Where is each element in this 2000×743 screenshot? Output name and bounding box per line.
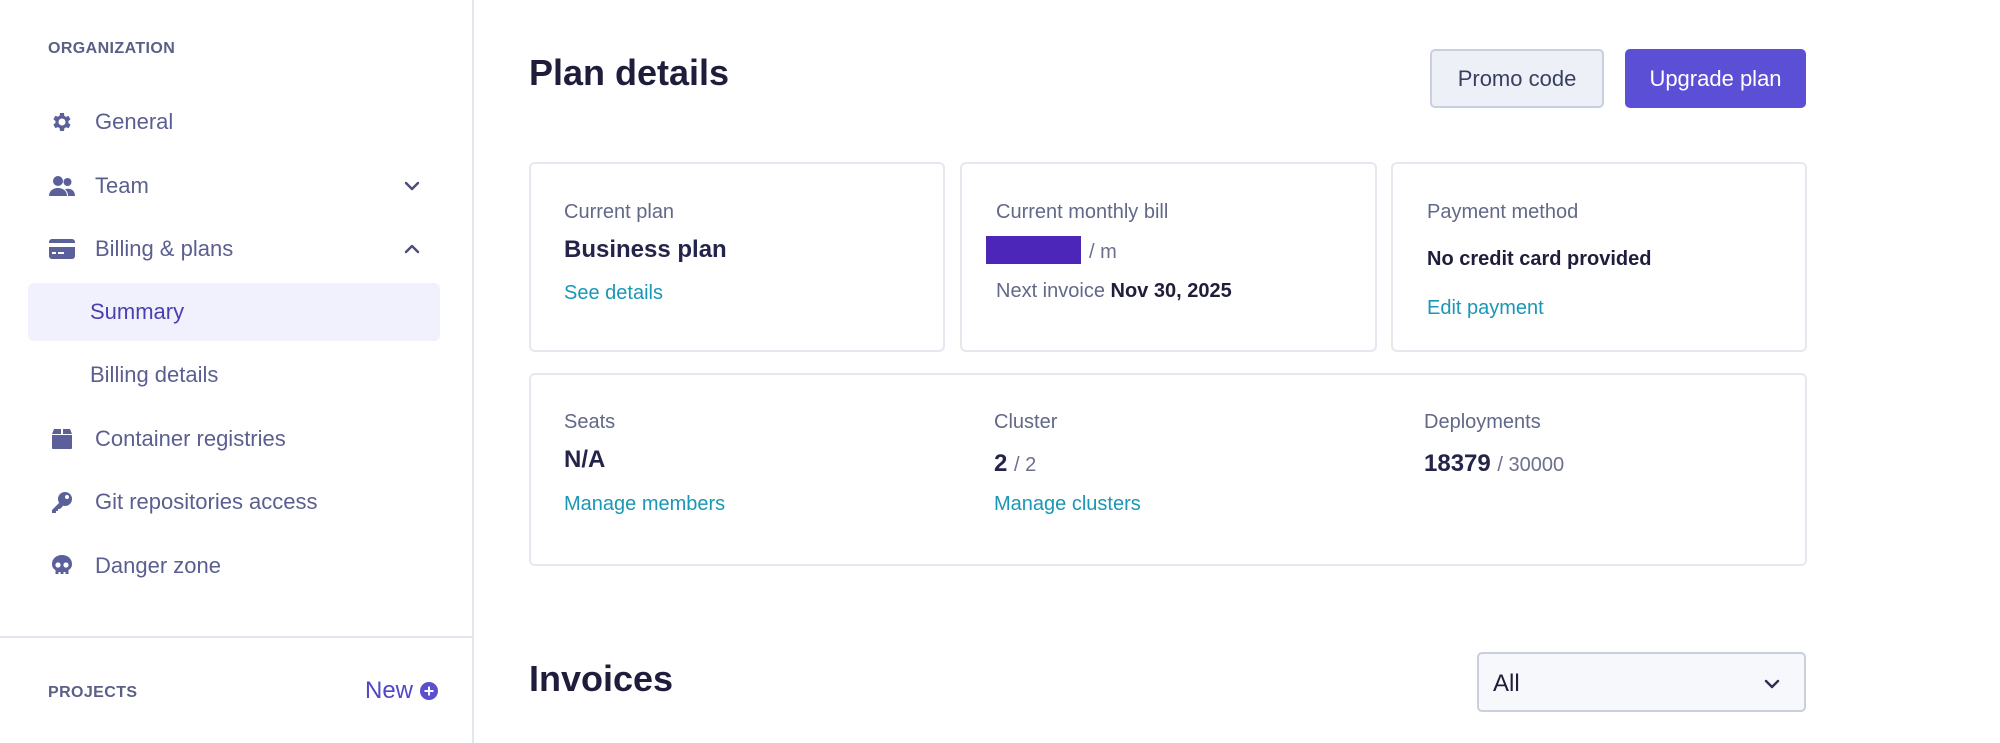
sidebar-item-summary[interactable]: Summary (28, 283, 440, 341)
usage-card: Seats N/A Manage members Cluster 2 / 2 M… (529, 373, 1807, 566)
cluster-label: Cluster (994, 411, 1058, 433)
edit-payment-link[interactable]: Edit payment (1427, 297, 1544, 320)
manage-clusters-link[interactable]: Manage clusters (994, 493, 1141, 516)
cluster-usage: 2 / 2 (994, 450, 1036, 478)
sidebar-item-billing-details[interactable]: Billing details (28, 346, 440, 404)
key-icon (48, 488, 76, 516)
deployments-used: 18379 (1424, 450, 1491, 477)
sidebar-item-label: Team (95, 173, 149, 198)
sidebar-item-git-repositories-access[interactable]: Git repositories access (28, 473, 440, 531)
box-icon (48, 425, 76, 453)
promo-code-button[interactable]: Promo code (1430, 49, 1604, 108)
chevron-down-icon[interactable] (400, 174, 424, 198)
chevron-down-icon (1764, 679, 1780, 689)
current-plan-label: Current plan (564, 201, 675, 223)
credit-card-icon (48, 235, 76, 263)
current-plan-card: Current plan Business plan See details (529, 162, 945, 352)
page-title: Plan details (529, 52, 730, 93)
sidebar-item-label: Container registries (95, 426, 286, 451)
users-icon (48, 172, 76, 200)
new-project-button[interactable]: New (365, 677, 438, 705)
payment-method-label: Payment method (1427, 201, 1579, 223)
sidebar: ORGANIZATION General Team Billing & plan… (0, 0, 474, 743)
next-invoice-label: Next invoice (996, 280, 1105, 302)
sidebar-item-danger-zone[interactable]: Danger zone (28, 537, 440, 595)
invoice-filter-value: All (1493, 670, 1520, 697)
sidebar-item-label: General (95, 109, 174, 134)
sidebar-item-team[interactable]: Team (28, 157, 440, 215)
sidebar-item-label: Danger zone (95, 553, 221, 578)
sidebar-item-label: Git repositories access (95, 489, 318, 514)
deployments-usage: 18379 / 30000 (1424, 450, 1564, 478)
deployments-label: Deployments (1424, 411, 1541, 433)
current-plan-value: Business plan (564, 236, 727, 263)
per-month-unit: / m (1089, 241, 1117, 263)
sidebar-item-label: Summary (90, 299, 185, 324)
sidebar-item-general[interactable]: General (28, 93, 440, 151)
sidebar-item-container-registries[interactable]: Container registries (28, 410, 440, 468)
manage-members-link[interactable]: Manage members (564, 493, 725, 516)
payment-method-card: Payment method No credit card provided E… (1391, 162, 1807, 352)
see-details-link[interactable]: See details (564, 282, 663, 305)
cluster-limit: / 2 (1014, 454, 1037, 476)
organization-section-label: ORGANIZATION (48, 40, 176, 57)
invoice-filter-select[interactable]: All (1477, 652, 1806, 712)
seats-value: N/A (564, 446, 606, 473)
gear-icon (48, 108, 76, 136)
projects-section-label: PROJECTS (48, 684, 138, 701)
next-invoice-date: Nov 30, 2025 (1110, 280, 1232, 302)
deployments-limit: / 30000 (1497, 454, 1565, 476)
new-project-label: New (364, 677, 413, 704)
cluster-used: 2 (994, 450, 1008, 477)
next-invoice: Next invoice Nov 30, 2025 (996, 280, 1232, 303)
sidebar-item-label: Billing details (90, 362, 219, 387)
chevron-up-icon[interactable] (400, 237, 424, 261)
plus-circle-icon (420, 682, 438, 700)
sidebar-divider (0, 636, 474, 638)
skull-icon (48, 552, 76, 580)
sidebar-item-label: Billing & plans (95, 236, 234, 261)
upgrade-plan-button[interactable]: Upgrade plan (1625, 49, 1806, 108)
redacted-bill-amount (986, 236, 1081, 264)
monthly-bill-label: Current monthly bill (996, 201, 1169, 223)
sidebar-item-billing-plans[interactable]: Billing & plans (28, 220, 440, 278)
seats-label: Seats (564, 411, 616, 433)
invoices-title: Invoices (529, 658, 674, 699)
payment-method-value: No credit card provided (1427, 248, 1652, 270)
